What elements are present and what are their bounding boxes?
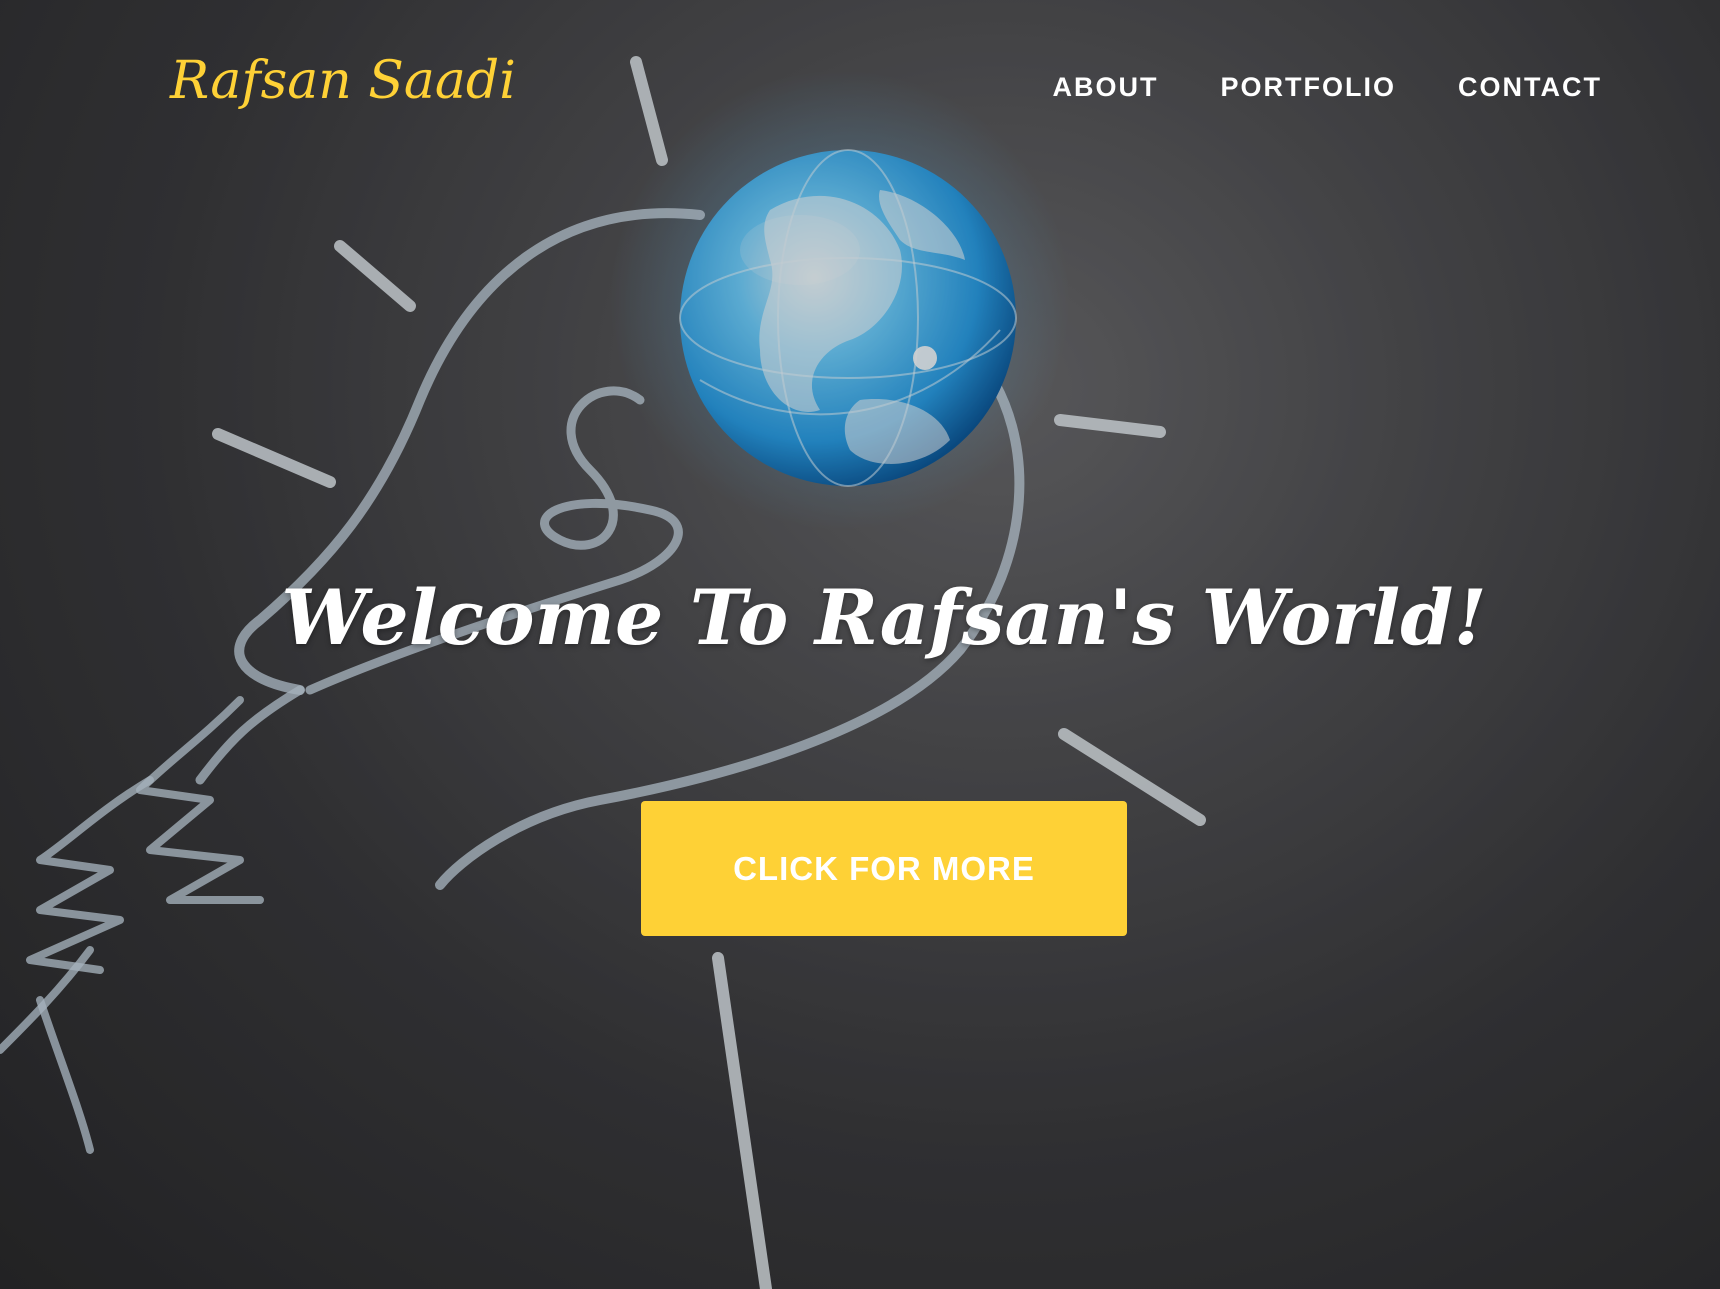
- nav-item-portfolio[interactable]: PORTFOLIO: [1221, 72, 1397, 103]
- click-for-more-button[interactable]: CLICK FOR MORE: [641, 801, 1127, 936]
- nav-links: ABOUT PORTFOLIO CONTACT: [991, 72, 1602, 103]
- top-navbar: Rafsan Saadi ABOUT PORTFOLIO CONTACT: [0, 0, 1720, 180]
- nav-item-contact[interactable]: CONTACT: [1458, 72, 1602, 103]
- brand-logo[interactable]: Rafsan Saadi: [170, 55, 516, 107]
- landing-page: Rafsan Saadi ABOUT PORTFOLIO CONTACT Wel…: [0, 0, 1720, 1289]
- hero-title: Welcome To Rafsan's World!: [281, 573, 1487, 662]
- nav-item-about[interactable]: ABOUT: [1053, 72, 1159, 103]
